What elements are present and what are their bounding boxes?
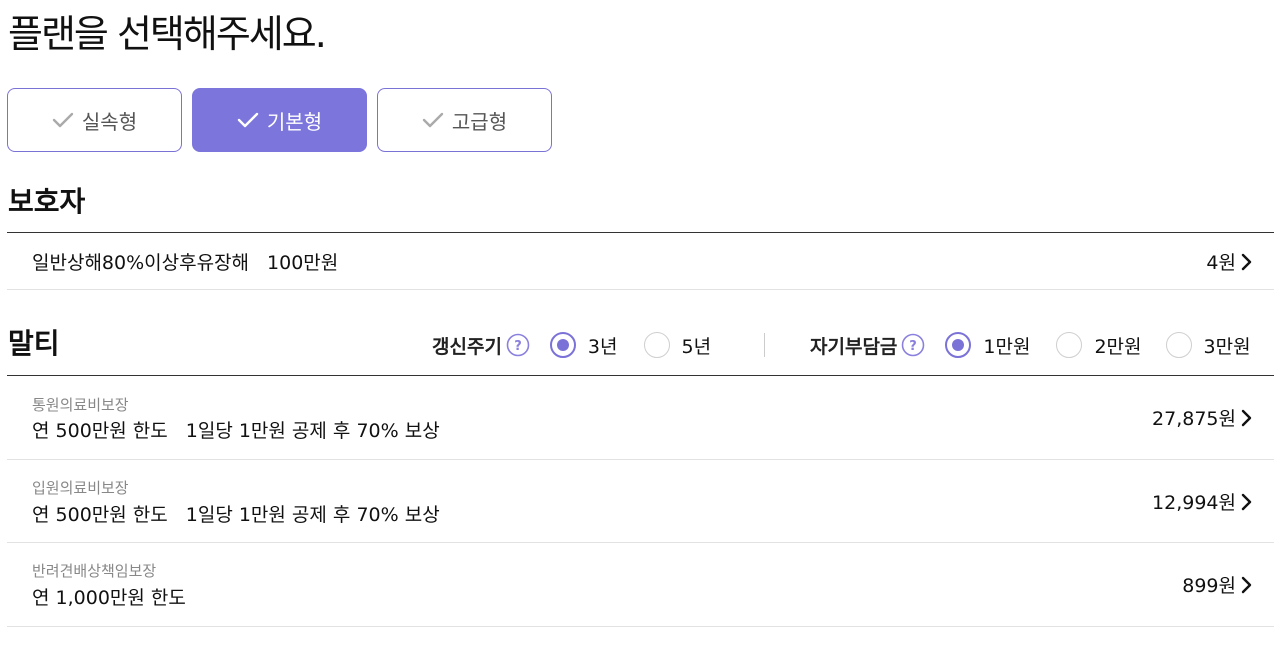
- chevron-right-icon: [1240, 409, 1252, 427]
- radio-renewal-3y[interactable]: 3년: [549, 332, 618, 359]
- radio-label: 1만원: [983, 335, 1031, 358]
- row-divider: [7, 626, 1274, 627]
- radio-label: 3년: [587, 335, 618, 358]
- radio-circle: [945, 332, 972, 358]
- radio-deductible-20k[interactable]: 2만원: [1056, 332, 1142, 359]
- radio-circle: [1056, 332, 1083, 358]
- coverage-name: 일반상해80%이상후유장해: [32, 252, 250, 274]
- coverage-row[interactable]: 통원의료비보장 연 500만원 한도 1일당 1만원 공제 후 70% 보상 27…: [7, 376, 1274, 459]
- coverage-row[interactable]: 입원의료비보장 연 500만원 한도 1일당 1만원 공제 후 70% 보상 12…: [7, 460, 1274, 542]
- radio-label: 5년: [681, 335, 712, 358]
- page-title: 플랜을 선택해주세요.: [8, 12, 327, 56]
- radio-renewal-5y[interactable]: 5년: [643, 332, 712, 359]
- renewal-label: 갱신주기: [432, 335, 502, 358]
- deductible-label: 자기부담금: [810, 335, 898, 358]
- section-title-guardian: 보호자: [8, 185, 86, 218]
- chevron-right-icon: [1240, 493, 1252, 511]
- radio-label: 3만원: [1203, 335, 1251, 358]
- coverage-limit: 연 500만원 한도: [32, 420, 168, 442]
- plan-tab-label: 고급형: [451, 109, 508, 134]
- radio-circle: [549, 332, 576, 358]
- plan-tab-label: 기본형: [266, 109, 323, 134]
- renewal-options: 갱신주기 ? 3년 5년: [432, 328, 711, 362]
- svg-text:?: ?: [910, 339, 918, 354]
- coverage-price: 27,875원: [1152, 408, 1236, 430]
- coverage-detail: 1일당 1만원 공제 후 70% 보상: [185, 504, 440, 526]
- deductible-options: 자기부담금 ? 1만원 2만원 3만원: [810, 328, 1251, 362]
- question-circle-icon[interactable]: ?: [901, 333, 925, 357]
- radio-deductible-30k[interactable]: 3만원: [1165, 332, 1251, 359]
- radio-circle: [643, 332, 670, 358]
- plan-tab-premium[interactable]: 고급형: [377, 88, 552, 152]
- check-icon: [52, 111, 74, 129]
- plan-tab-basic-saver[interactable]: 실속형: [7, 88, 182, 152]
- question-circle-icon[interactable]: ?: [506, 333, 530, 357]
- radio-label: 2만원: [1094, 335, 1142, 358]
- plan-tab-label: 실속형: [81, 109, 138, 134]
- chevron-right-icon: [1240, 253, 1252, 271]
- coverage-category: 통원의료비보장: [32, 396, 129, 414]
- row-divider: [7, 289, 1274, 290]
- check-icon: [237, 111, 259, 129]
- coverage-category: 반려견배상책임보장: [32, 562, 157, 580]
- coverage-detail: 1일당 1만원 공제 후 70% 보상: [185, 420, 440, 442]
- radio-circle: [1165, 332, 1192, 358]
- option-divider: [764, 333, 765, 357]
- section-title-malti: 말티: [8, 327, 60, 360]
- coverage-price: 4원: [1206, 252, 1236, 274]
- coverage-limit: 연 500만원 한도: [32, 504, 168, 526]
- chevron-right-icon: [1240, 576, 1252, 594]
- coverage-row[interactable]: 반려견배상책임보장 연 1,000만원 한도 899원: [7, 543, 1274, 626]
- plan-tab-standard[interactable]: 기본형: [192, 88, 367, 152]
- coverage-category: 입원의료비보장: [32, 479, 129, 497]
- radio-deductible-10k[interactable]: 1만원: [945, 332, 1030, 359]
- coverage-amount: 100만원: [267, 252, 339, 274]
- coverage-row[interactable]: 일반상해80%이상후유장해 100만원 4원: [7, 233, 1274, 289]
- coverage-price: 12,994원: [1152, 492, 1236, 514]
- check-icon: [422, 111, 444, 129]
- coverage-price: 899원: [1182, 575, 1236, 597]
- coverage-limit: 연 1,000만원 한도: [32, 587, 186, 609]
- svg-text:?: ?: [514, 339, 522, 354]
- plan-tabs: 실속형 기본형 고급형: [7, 88, 552, 152]
